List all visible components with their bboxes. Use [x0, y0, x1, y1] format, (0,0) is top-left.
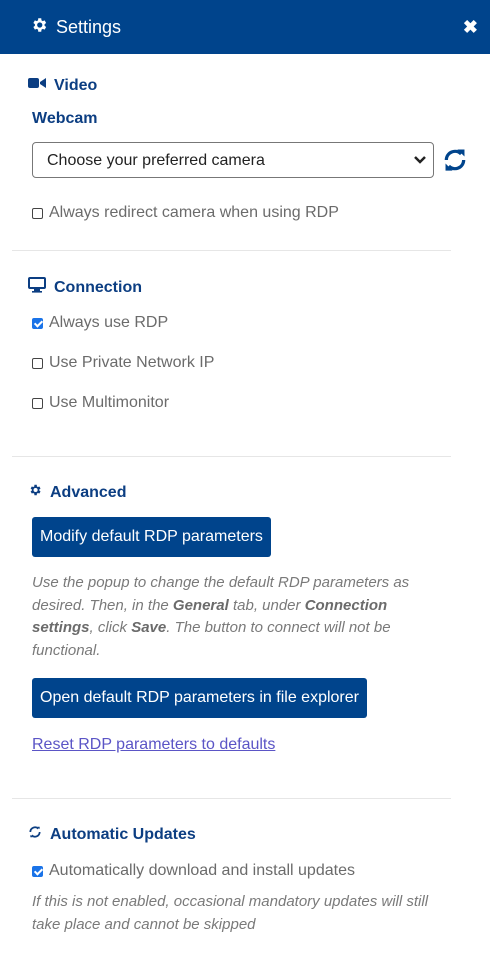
multimonitor-checkbox[interactable]: Use Multimonitor: [32, 394, 169, 412]
updates-note: If this is not enabled, occasional manda…: [32, 893, 429, 933]
refresh-icon: [28, 825, 42, 844]
modify-rdp-parameters-button[interactable]: Modify default RDP parameters: [32, 517, 271, 557]
divider: [12, 456, 451, 457]
checkbox-box[interactable]: [32, 357, 43, 369]
checkbox-box[interactable]: [32, 397, 43, 409]
camera-select[interactable]: Choose your preferred camera: [32, 142, 434, 178]
advanced-note: Use the popup to change the default RDP …: [32, 574, 410, 659]
settings-header: Settings ✖: [0, 0, 490, 54]
video-section-title: Video: [28, 76, 97, 95]
auto-update-checkbox[interactable]: Automatically download and install updat…: [32, 862, 355, 880]
gear-icon: [30, 16, 48, 39]
checkbox-box[interactable]: [32, 207, 43, 219]
updates-section-title: Automatic Updates: [28, 825, 196, 844]
checkbox-box[interactable]: [32, 865, 43, 877]
header-title-group: Settings: [30, 16, 121, 39]
video-camera-icon: [28, 76, 46, 95]
camera-select-wrapper[interactable]: Choose your preferred camera: [32, 142, 434, 178]
refresh-cameras-icon[interactable]: [442, 147, 468, 173]
divider: [12, 250, 451, 251]
monitor-icon: [28, 277, 46, 298]
private-network-ip-checkbox[interactable]: Use Private Network IP: [32, 354, 214, 372]
page-title: Settings: [56, 16, 122, 37]
checkbox-box[interactable]: [32, 317, 43, 329]
always-use-rdp-checkbox[interactable]: Always use RDP: [32, 314, 168, 332]
reset-rdp-parameters-link[interactable]: Reset RDP parameters to defaults: [32, 736, 275, 754]
connection-section-title: Connection: [28, 277, 142, 298]
redirect-camera-checkbox[interactable]: Always redirect camera when using RDP: [32, 204, 339, 222]
open-rdp-parameters-button[interactable]: Open default RDP parameters in file expl…: [32, 678, 367, 718]
divider: [12, 798, 451, 799]
gear-icon: [28, 483, 42, 502]
webcam-label: Webcam: [32, 110, 98, 127]
advanced-section-title: Advanced: [28, 483, 126, 502]
close-icon[interactable]: ✖: [463, 18, 478, 36]
